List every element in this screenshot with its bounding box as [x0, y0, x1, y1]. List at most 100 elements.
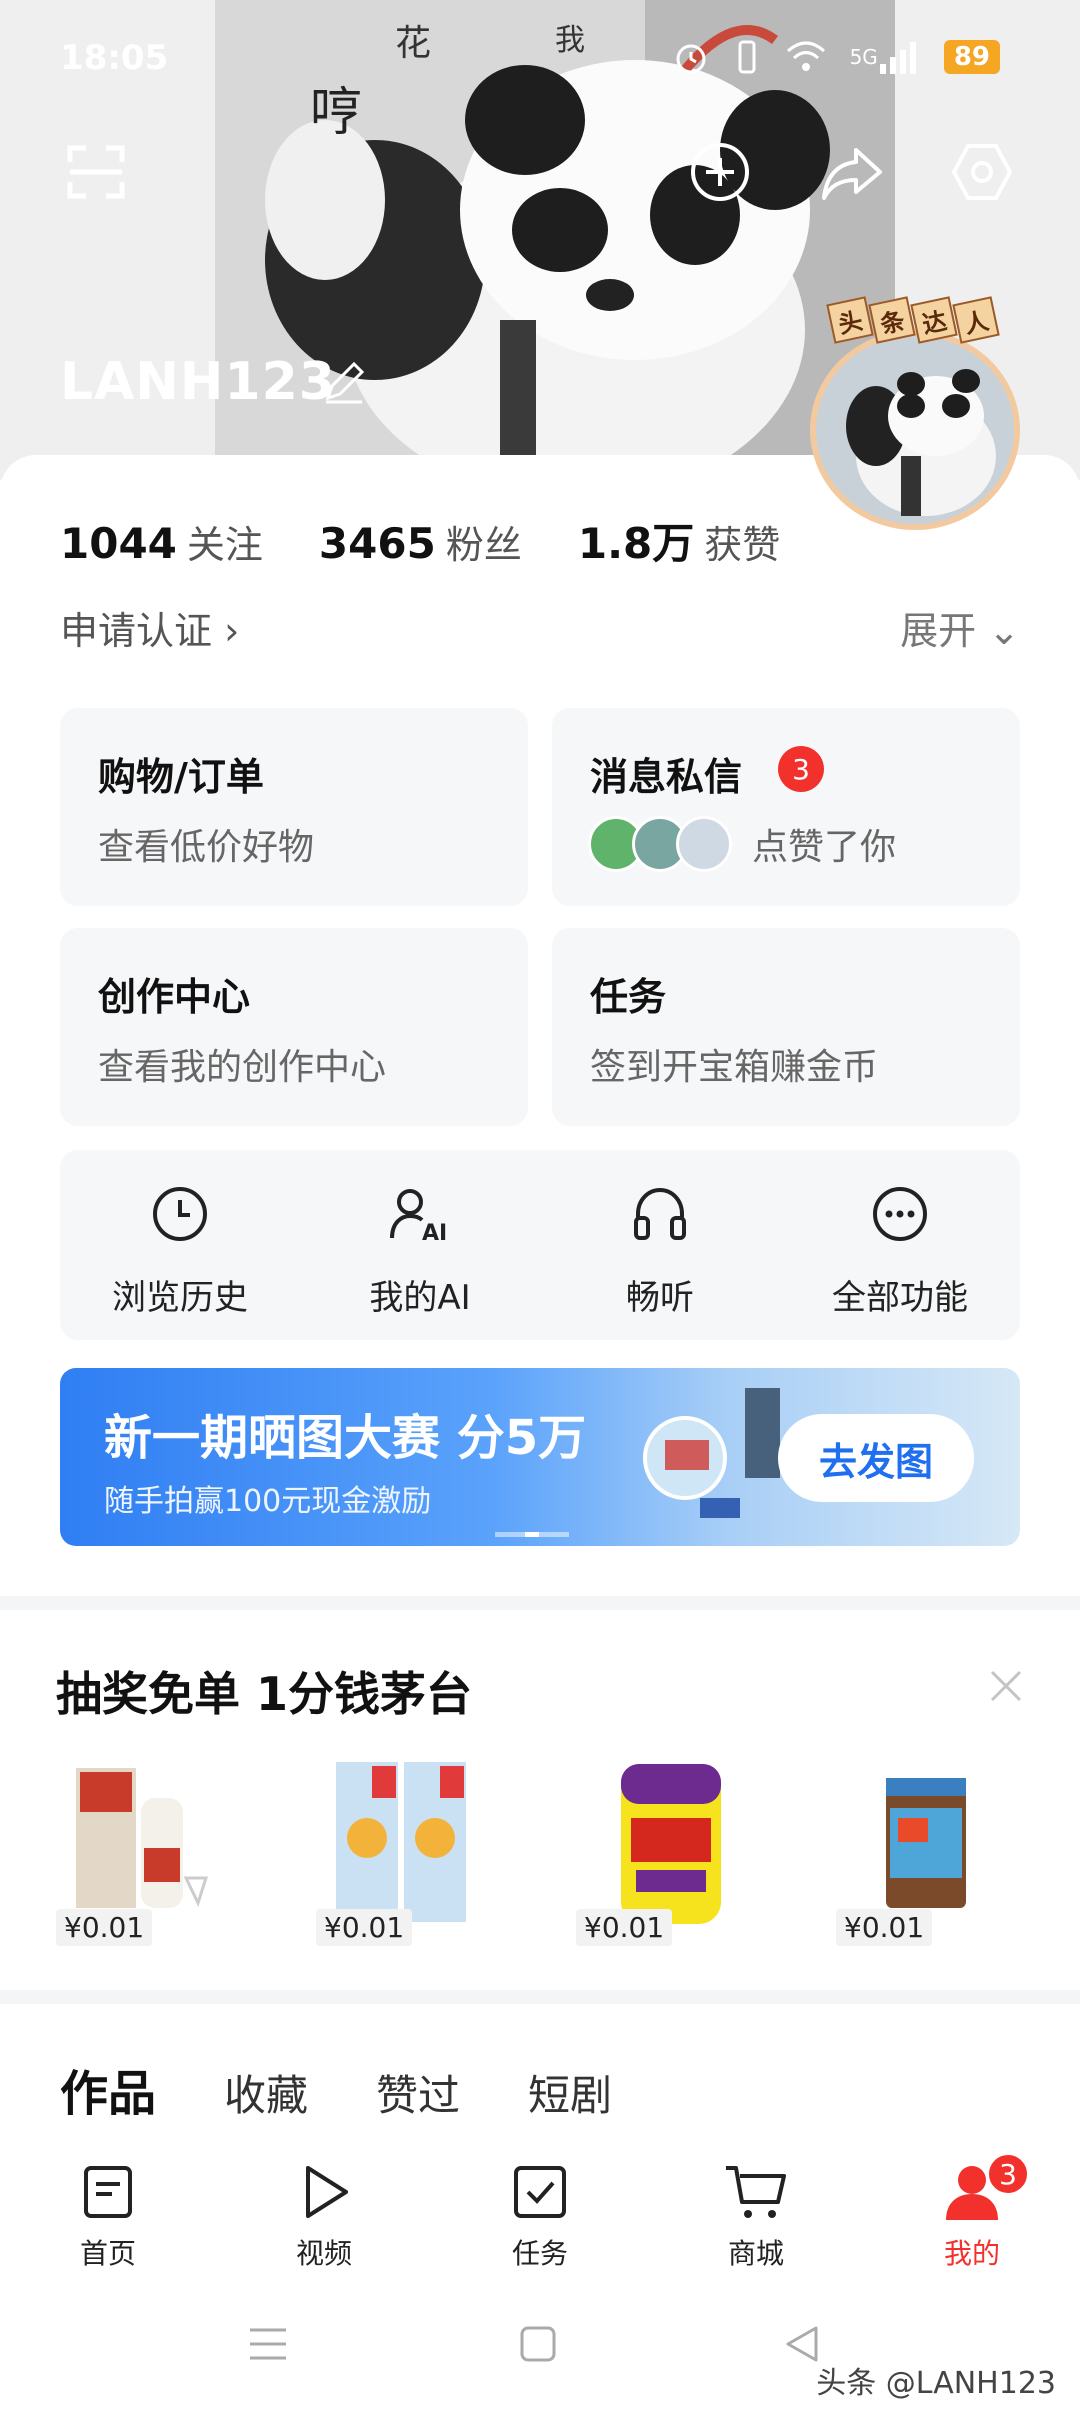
product-image	[76, 1768, 209, 1908]
nav-label: 首页	[79, 2237, 136, 2270]
home-square-icon[interactable]	[516, 2322, 560, 2370]
nav-home[interactable]: 首页	[0, 2140, 216, 2280]
carousel-dot	[495, 1532, 525, 1537]
product-item[interactable]: ¥0.01	[576, 1758, 746, 1948]
stat-value: 1.8万	[577, 519, 695, 568]
section-divider	[0, 1596, 1080, 1610]
expand-link[interactable]: 展开 ⌄	[900, 600, 1020, 655]
stat-label: 获赞	[704, 523, 781, 567]
headphones-icon	[634, 1187, 686, 1240]
nav-me[interactable]: 3 我的	[864, 2140, 1080, 2280]
stat-value: 3465	[318, 519, 436, 568]
stat-value: 1044	[60, 519, 177, 568]
liker-avatars	[588, 816, 738, 874]
tab-works[interactable]: 作品	[60, 2054, 156, 2124]
avatar[interactable]	[810, 330, 1020, 530]
content-tabs: 作品 收藏 赞过 短剧	[60, 2054, 612, 2124]
settings-hexagon-icon[interactable]	[950, 140, 1014, 204]
stat-label: 关注	[186, 523, 263, 567]
tab-short-drama[interactable]: 短剧	[528, 2062, 612, 2123]
menu-icon[interactable]	[246, 2322, 290, 2370]
badge-char: 人	[952, 296, 1000, 344]
badge-char: 达	[910, 296, 958, 344]
tool-my-ai[interactable]: AI 我的AI	[300, 1150, 540, 1340]
battery-indicator: 89	[943, 40, 1000, 74]
avatar-container[interactable]: 头 条 达 人	[805, 296, 1025, 530]
stat-likes[interactable]: 1.8万 获赞	[578, 510, 780, 571]
nav-task[interactable]: 任务	[432, 2140, 648, 2280]
product-price: ¥0.01	[836, 1909, 933, 1946]
unread-badge: 3	[778, 746, 824, 792]
stat-label: 粉丝	[445, 523, 522, 567]
nav-label: 商城	[727, 2237, 784, 2270]
tool-listen[interactable]: 畅听	[540, 1150, 780, 1340]
tool-all-functions[interactable]: 全部功能	[780, 1150, 1020, 1340]
share-icon[interactable]	[820, 140, 884, 204]
more-icon	[873, 1187, 927, 1241]
tool-label: 全部功能	[832, 1278, 968, 1318]
lottery-products: ¥0.01 ¥0.01 ¥0.01 ¥0.01	[56, 1758, 1056, 1948]
tile-subtitle: 查看我的创作中心	[98, 1047, 387, 1088]
product-image	[621, 1764, 721, 1924]
nav-mall[interactable]: 商城	[648, 2140, 864, 2280]
clock-icon	[153, 1187, 207, 1241]
badge-char: 条	[868, 296, 916, 344]
avatar	[676, 816, 732, 872]
promo-illustration	[643, 1388, 780, 1518]
nav-label: 我的	[943, 2237, 1000, 2270]
nav-badge: 3	[986, 2152, 1030, 2196]
stat-followers[interactable]: 3465 粉丝	[319, 514, 522, 569]
nav-label: 视频	[295, 2237, 352, 2270]
section-divider	[0, 1990, 1080, 2004]
carousel-dot-active	[525, 1532, 539, 1537]
tool-label: 我的AI	[369, 1278, 471, 1318]
username: LANH123	[60, 352, 336, 412]
product-image	[336, 1762, 466, 1922]
cart-icon	[726, 2166, 786, 2218]
edit-pencil-icon[interactable]	[320, 358, 368, 406]
vibrate-icon	[732, 38, 762, 76]
messages-tile[interactable]: 消息私信 3 点赞了你	[552, 708, 1020, 906]
product-image	[886, 1778, 966, 1908]
lottery-title: 抽奖免单 1分钱茅台	[56, 1667, 473, 1721]
promo-title: 新一期晒图大赛 分5万	[104, 1410, 587, 1466]
home-doc-icon	[84, 2166, 132, 2218]
badge-char: 头	[826, 296, 874, 344]
product-item[interactable]: ¥0.01	[316, 1758, 486, 1948]
tools-row: 浏览历史 AI 我的AI 畅听 全部功能	[60, 1150, 1020, 1340]
carousel-dot	[539, 1532, 569, 1537]
close-icon[interactable]	[986, 1666, 1026, 1706]
shopping-orders-tile[interactable]: 购物/订单 查看低价好物	[60, 708, 528, 906]
creator-center-tile[interactable]: 创作中心 查看我的创作中心	[60, 928, 528, 1126]
bottom-nav: 首页 视频 任务 商城 3 我的	[0, 2140, 1080, 2280]
tool-history[interactable]: 浏览历史	[60, 1150, 300, 1340]
nav-label: 任务	[511, 2237, 568, 2270]
product-price: ¥0.01	[576, 1909, 673, 1946]
task-tile[interactable]: 任务 签到开宝箱赚金币	[552, 928, 1020, 1126]
status-bar: 18:05 5G 89	[0, 0, 1080, 120]
alarm-icon	[672, 38, 710, 76]
signal-label: 5G	[849, 45, 878, 69]
apply-verification-link[interactable]: 申请认证 ›	[60, 600, 239, 655]
go-post-button[interactable]: 去发图	[778, 1414, 974, 1502]
nav-video[interactable]: 视频	[216, 2140, 432, 2280]
stats-row: 1044 关注 3465 粉丝 1.8万 获赞	[60, 510, 780, 571]
product-price: ¥0.01	[316, 1909, 413, 1946]
photo-contest-banner[interactable]: 新一期晒图大赛 分5万 随手拍赢100元现金激励 去发图	[60, 1368, 1020, 1546]
tile-title: 创作中心	[98, 975, 251, 1019]
wifi-icon	[784, 39, 828, 75]
tile-subtitle: 查看低价好物	[98, 827, 315, 868]
ai-person-icon: AI	[390, 1189, 447, 1244]
scan-icon[interactable]	[64, 140, 128, 204]
tool-label: 畅听	[626, 1278, 694, 1318]
tile-title: 消息私信	[590, 755, 743, 799]
play-icon	[306, 2166, 348, 2218]
tab-favorites[interactable]: 收藏	[224, 2062, 308, 2123]
stat-following[interactable]: 1044 关注	[60, 514, 263, 569]
tab-liked[interactable]: 赞过	[376, 2062, 460, 2123]
product-item[interactable]: ¥0.01	[56, 1758, 226, 1948]
product-item[interactable]: ¥0.01	[836, 1758, 1006, 1948]
tile-title: 购物/订单	[98, 755, 264, 799]
add-circle-icon[interactable]	[688, 140, 752, 204]
signal-icon: 5G	[850, 40, 922, 74]
